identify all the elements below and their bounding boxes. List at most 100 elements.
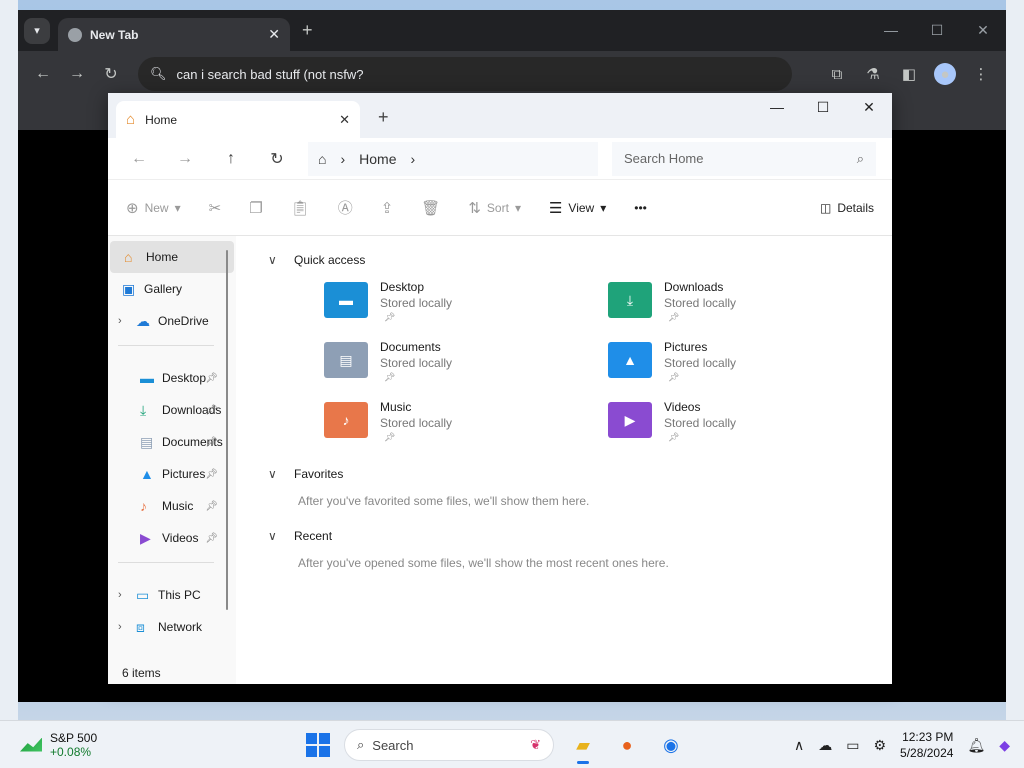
quick-access-tile-documents[interactable]: ▤ Documents Stored locally 📌︎ — [324, 340, 608, 390]
back-button[interactable]: ← — [26, 65, 60, 83]
minimize-button[interactable]: — — [868, 10, 914, 51]
favorites-header[interactable]: ∨ Favorites — [268, 458, 892, 490]
nav-scrollbar[interactable] — [226, 250, 228, 610]
quick-access-tile-pictures[interactable]: ▲ Pictures Stored locally 📌︎ — [608, 340, 892, 390]
copilot-icon[interactable]: ◆ — [999, 737, 1010, 754]
rename-button[interactable]: Ⓐ — [338, 197, 353, 218]
nav-item-this-pc[interactable]: › ▭ This PC — [108, 579, 236, 611]
nav-label: Videos — [162, 531, 199, 545]
nav-item-music[interactable]: ♪ Music 📌︎ — [108, 490, 236, 522]
home-icon: ⌂ — [126, 111, 136, 128]
close-window-button[interactable]: ✕ — [960, 10, 1006, 51]
omnibox[interactable]: 🔍︎ can i search bad stuff (not nsfw? — [138, 57, 792, 91]
reload-button[interactable]: ↻ — [94, 64, 128, 84]
file-explorer-icon[interactable]: ▰ — [568, 730, 598, 764]
quick-access-tile-videos[interactable]: ▶ Videos Stored locally 📌︎ — [608, 400, 892, 450]
chrome-menu-icon[interactable]: ⋮ — [970, 65, 992, 83]
clock[interactable]: 12:23 PM 5/28/2024 — [900, 729, 953, 761]
pin-icon: 📌︎ — [384, 372, 396, 382]
nav-label: This PC — [158, 588, 201, 602]
chevron-right-icon[interactable]: › — [411, 151, 416, 167]
view-button[interactable]: ☰ View ▾ — [549, 199, 606, 217]
profile-avatar-icon[interactable]: ● — [934, 63, 956, 85]
omnibox-text: can i search bad stuff (not nsfw? — [176, 66, 364, 82]
nav-item-documents[interactable]: ▤ Documents 📌︎ — [108, 426, 236, 458]
nav-item-pictures[interactable]: ▲ Pictures 📌︎ — [108, 458, 236, 490]
nav-item-videos[interactable]: ▶ Videos 📌︎ — [108, 522, 236, 554]
cut-button[interactable]: ✂ — [209, 199, 222, 217]
details-label: Details — [837, 200, 874, 215]
side-panel-icon[interactable]: ◧ — [898, 65, 920, 83]
nav-label: Music — [162, 499, 194, 513]
documents-folder-icon: ▤ — [324, 342, 368, 378]
globe-icon — [68, 27, 82, 42]
stock-widget[interactable]: S&P 500 +0.08% — [20, 731, 97, 759]
explorer-back-button[interactable]: ← — [116, 150, 162, 168]
more-options-button[interactable]: ••• — [634, 201, 647, 215]
nav-item-gallery[interactable]: ▣ Gallery — [108, 273, 236, 305]
maximize-button[interactable]: ☐ — [914, 10, 960, 51]
quick-access-tile-downloads[interactable]: ⤓ Downloads Stored locally 📌︎ — [608, 280, 892, 330]
chevron-right-icon[interactable]: › — [118, 621, 136, 633]
chevron-up-icon[interactable]: ∧ — [794, 737, 804, 754]
explorer-refresh-button[interactable]: ↻ — [254, 149, 300, 169]
tile-name: Videos — [664, 400, 701, 414]
extensions-icon[interactable]: ⧉ — [826, 66, 848, 83]
delete-button[interactable]: 🗑︎ — [421, 199, 440, 217]
explorer-minimize-button[interactable]: — — [754, 93, 800, 123]
display-icon[interactable]: ▭ — [846, 737, 859, 754]
sort-button[interactable]: ⇅ Sort ▾ — [468, 199, 521, 217]
nav-item-network[interactable]: › ⧈ Network — [108, 611, 236, 643]
downloads-folder-icon: ⤓ — [608, 282, 652, 318]
chrome-tab-new-tab[interactable]: New Tab ✕ — [58, 18, 290, 51]
copy-button[interactable]: ❐ — [249, 199, 262, 217]
section-title: Quick access — [294, 253, 366, 267]
address-bar[interactable]: ⌂ › Home › — [308, 141, 598, 176]
breadcrumb-home[interactable]: Home — [359, 151, 396, 167]
share-button[interactable]: ⇪ — [381, 199, 394, 217]
onedrive-offline-icon[interactable]: ☁ — [818, 737, 832, 754]
explorer-tab-home[interactable]: ⌂ Home ✕ — [116, 101, 360, 138]
nav-label: Pictures — [162, 467, 206, 481]
quick-access-header[interactable]: ∨ Quick access — [268, 244, 892, 276]
explorer-close-button[interactable]: ✕ — [846, 93, 892, 123]
explorer-search-input[interactable]: Search Home ⌕ — [612, 141, 876, 176]
explorer-new-tab-button[interactable]: + — [378, 107, 389, 128]
chevron-right-icon[interactable]: › — [118, 315, 136, 327]
onedrive-icon: ☁ — [136, 312, 150, 329]
nav-label: Home — [146, 250, 179, 264]
close-tab-icon[interactable]: ✕ — [339, 112, 350, 128]
forward-button[interactable]: → — [60, 65, 94, 83]
nav-item-home[interactable]: ⌂ Home — [110, 241, 234, 273]
pictures-folder-icon: ▲ — [608, 342, 652, 378]
recent-header[interactable]: ∨ Recent — [268, 520, 892, 552]
paste-button[interactable]: 📋︎ — [291, 199, 310, 217]
labs-flask-icon[interactable]: ⚗ — [862, 65, 884, 83]
network-status-icon[interactable]: ⚙ — [873, 737, 886, 754]
pin-icon: 📌︎ — [668, 372, 680, 382]
nav-item-onedrive[interactable]: › ☁ OneDrive — [108, 305, 236, 337]
nav-item-downloads[interactable]: ⤓ Downloads 📌︎ — [108, 394, 236, 426]
explorer-up-button[interactable]: ↑ — [208, 150, 254, 168]
explorer-maximize-button[interactable]: ☐ — [800, 93, 846, 123]
new-button[interactable]: ⊕ New ▾ — [126, 199, 181, 217]
close-tab-icon[interactable]: ✕ — [268, 26, 280, 43]
explorer-window-controls: — ☐ ✕ — [754, 93, 892, 123]
nav-item-desktop[interactable]: ▬ Desktop 📌︎ — [108, 362, 236, 394]
firefox-icon[interactable]: ● — [612, 730, 642, 760]
explorer-forward-button[interactable]: → — [162, 150, 208, 168]
chevron-right-icon[interactable]: › — [340, 151, 345, 167]
windows-start-icon[interactable] — [306, 733, 330, 757]
taskbar-search[interactable]: ⌕ Search ❦ — [344, 729, 554, 761]
quick-access-tile-music[interactable]: ♪ Music Stored locally 📌︎ — [324, 400, 608, 450]
details-pane-button[interactable]: ◫ Details — [820, 201, 874, 215]
tab-search-button[interactable]: ▾ — [24, 17, 50, 44]
chrome-icon[interactable]: ◉ — [656, 730, 686, 760]
quick-access-tile-desktop[interactable]: ▬ Desktop Stored locally 📌︎ — [324, 280, 608, 330]
new-tab-button[interactable]: + — [302, 20, 313, 41]
pin-icon: 📌︎ — [205, 436, 218, 448]
bell-icon[interactable]: 🔔︎ — [967, 737, 985, 754]
more-icon: ••• — [634, 200, 647, 215]
pin-icon: 📌︎ — [668, 312, 680, 322]
chevron-right-icon[interactable]: › — [118, 589, 136, 601]
